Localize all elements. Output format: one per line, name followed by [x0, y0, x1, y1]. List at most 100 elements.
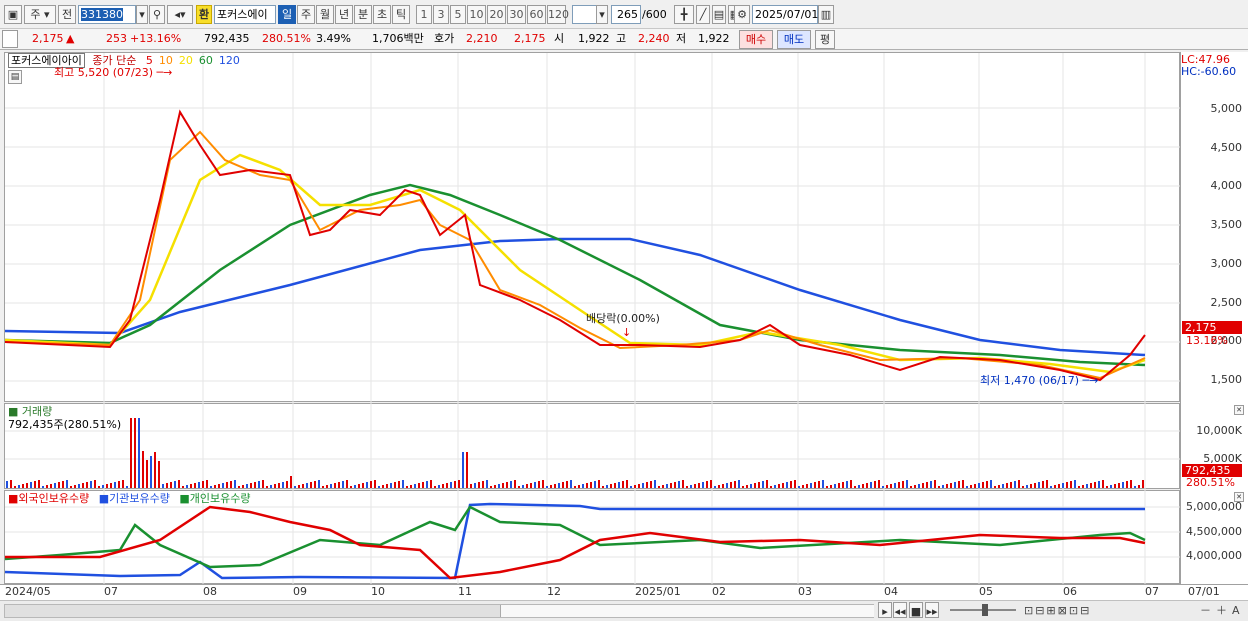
x-tick: 10	[371, 585, 385, 598]
volume-bar	[1094, 482, 1096, 488]
zoom-in-icon[interactable]: ＋	[1216, 604, 1227, 618]
volume-bar	[658, 486, 660, 488]
volume-bar	[370, 481, 372, 488]
font-size-icon[interactable]: A	[1232, 604, 1240, 618]
volume-bar	[342, 481, 344, 488]
volume-bar	[58, 482, 60, 488]
volume-bar	[270, 485, 272, 488]
volume-bar	[1026, 485, 1028, 488]
price-y-tick: 4,000	[1210, 179, 1243, 193]
volume-bar	[466, 452, 468, 488]
volume-bar	[722, 484, 724, 488]
volume-bar	[734, 481, 736, 488]
volume-bar	[350, 486, 352, 488]
volume-bar	[934, 480, 936, 488]
volume-bar	[706, 481, 708, 488]
volume-bars	[6, 418, 1144, 488]
scrollbar-track[interactable]	[4, 604, 874, 618]
volume-bar	[130, 418, 132, 488]
volume-bar	[10, 480, 12, 488]
volume-bar	[1050, 486, 1052, 488]
volume-bar	[922, 483, 924, 488]
volume-bar	[794, 480, 796, 488]
volume-bar	[978, 483, 980, 488]
volume-bar	[662, 485, 664, 488]
volume-bar	[958, 481, 960, 488]
price-y-tick: 3,500	[1210, 218, 1243, 232]
volume-bar	[778, 484, 780, 488]
price-y-tick: 5,000	[1210, 102, 1243, 115]
volume-bar	[842, 482, 844, 488]
volume-title-text[interactable]: 거래량	[22, 405, 52, 418]
volume-bar	[646, 482, 648, 488]
volume-bar	[326, 485, 328, 488]
volume-bar	[278, 483, 280, 488]
view-tools-icon[interactable]: ⊡⊟⊞⊠⊡⊟	[1024, 604, 1091, 618]
scrollbar-thumb[interactable]	[500, 605, 874, 617]
volume-bar	[86, 482, 88, 488]
volume-bar	[798, 486, 800, 488]
stop-icon[interactable]: ■	[909, 602, 923, 618]
volume-bar	[362, 483, 364, 488]
volume-bar	[870, 482, 872, 488]
volume-bar	[266, 486, 268, 488]
rewind-icon[interactable]: ◂◂	[893, 602, 907, 618]
volume-bar	[322, 486, 324, 488]
volume-bar	[954, 482, 956, 488]
volume-bar	[22, 484, 24, 488]
volume-bar	[1114, 484, 1116, 488]
x-tick: 07/01	[1188, 585, 1220, 598]
volume-bar	[286, 481, 288, 488]
volume-bar	[378, 486, 380, 488]
institution-holding-line	[4, 502, 1145, 580]
volume-bar	[782, 483, 784, 488]
volume-bar	[434, 486, 436, 488]
x-tick: 09	[293, 585, 307, 598]
volume-bar	[454, 481, 456, 488]
volume-bar	[90, 481, 92, 488]
volume-bar	[910, 486, 912, 488]
volume-close-icon[interactable]: ✕	[1234, 405, 1244, 415]
volume-bar	[850, 480, 852, 488]
volume-bar	[526, 484, 528, 488]
legend-individual[interactable]: ■개인보유수량	[179, 492, 250, 505]
volume-bar	[494, 485, 496, 488]
volume-bar	[666, 484, 668, 488]
scroll-right-icon[interactable]: ▸	[878, 602, 892, 618]
legend-institution[interactable]: ■기관보유수량	[99, 492, 170, 505]
chart-list-icon[interactable]: ▤	[8, 70, 22, 84]
volume-bar	[310, 482, 312, 488]
volume-bar	[970, 485, 972, 488]
fast-forward-icon[interactable]: ▸▸	[925, 602, 939, 618]
volume-bar	[134, 418, 136, 488]
volume-bar	[702, 482, 704, 488]
volume-bar	[46, 485, 48, 488]
volume-bar	[1074, 480, 1076, 488]
zoom-out-icon[interactable]: －	[1200, 604, 1211, 618]
volume-bar	[234, 480, 236, 488]
holder-y-tick: 4,500,000	[1186, 524, 1242, 538]
volume-bar	[198, 482, 200, 488]
ma-period-20[interactable]: 20	[179, 54, 193, 67]
volume-bar	[682, 480, 684, 488]
current-price-tag: 2,175	[1182, 321, 1242, 334]
zoom-slider-handle[interactable]	[982, 604, 988, 616]
volume-bar	[210, 486, 212, 488]
volume-bar	[758, 482, 760, 488]
volume-bar	[330, 484, 332, 488]
volume-bar	[346, 480, 348, 488]
ma-period-120[interactable]: 120	[219, 54, 240, 67]
volume-bar	[1022, 486, 1024, 488]
individual-holding-line	[4, 505, 1146, 569]
volume-bar	[306, 483, 308, 488]
volume-bar	[1086, 484, 1088, 488]
volume-bar	[474, 483, 476, 488]
volume-bar	[258, 481, 260, 488]
ma-period-60[interactable]: 60	[199, 54, 213, 67]
volume-bar	[518, 486, 520, 488]
volume-bar	[398, 481, 400, 488]
volume-bar	[598, 480, 600, 488]
high-annotation: 최고 5,520 (07/23) ─→	[54, 66, 173, 79]
legend-foreign[interactable]: ■외국인보유수량	[8, 492, 89, 505]
volume-bar	[814, 482, 816, 488]
